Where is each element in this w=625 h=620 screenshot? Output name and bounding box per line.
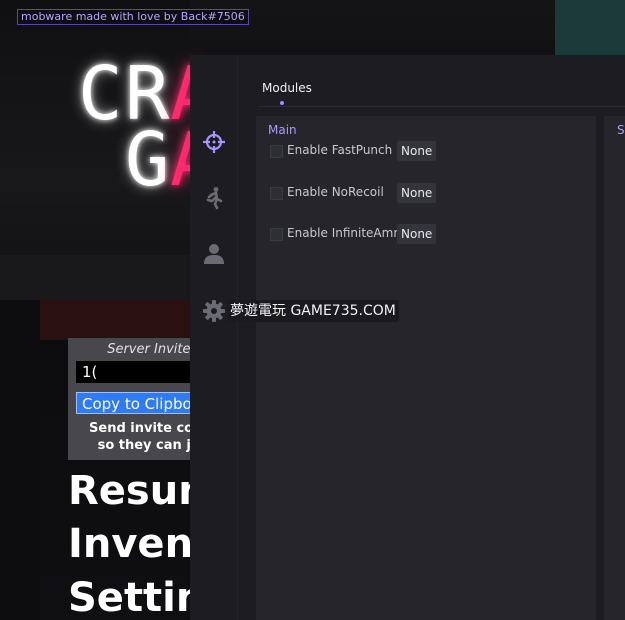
module-label: Enable NoRecoil <box>287 185 384 199</box>
module-label: Enable FastPunch <box>287 143 393 157</box>
secondary-modules-panel: Se <box>604 116 625 620</box>
panel-title: Se <box>617 123 625 137</box>
running-icon[interactable] <box>202 186 226 210</box>
logo-letter: G <box>125 117 170 203</box>
module-label: Enable InfiniteAmmo <box>287 226 413 240</box>
tab-modules[interactable]: Modules <box>262 81 312 95</box>
keybind-button[interactable]: None <box>397 224 437 244</box>
menu-sidebar <box>190 55 237 620</box>
main-modules-panel: Main Enable FastPunch None Enable NoReco… <box>256 116 596 620</box>
keybind-button[interactable]: None <box>397 183 437 203</box>
credits-watermark: mobware made with love by Back#7506 <box>17 9 249 25</box>
module-checkbox[interactable] <box>270 145 283 158</box>
crosshair-icon[interactable] <box>202 130 226 154</box>
user-icon[interactable] <box>202 242 226 266</box>
keybind-button[interactable]: None <box>397 141 437 161</box>
active-tab-indicator <box>280 101 284 105</box>
server-invite-panel: Server Invite C 1( Copy to Clipboa Send … <box>68 338 256 460</box>
panel-title: Main <box>268 123 297 137</box>
gear-icon[interactable] <box>202 299 226 323</box>
mod-menu-window: Modules Main Enable FastPunch None Enabl… <box>190 55 625 620</box>
module-checkbox[interactable] <box>270 187 283 200</box>
site-watermark: 夢遊電玩 GAME735.COM <box>227 300 399 322</box>
module-checkbox[interactable] <box>270 228 283 241</box>
logo-letter: C <box>78 51 123 137</box>
sidebar-divider <box>237 55 238 620</box>
tab-divider <box>258 106 625 107</box>
